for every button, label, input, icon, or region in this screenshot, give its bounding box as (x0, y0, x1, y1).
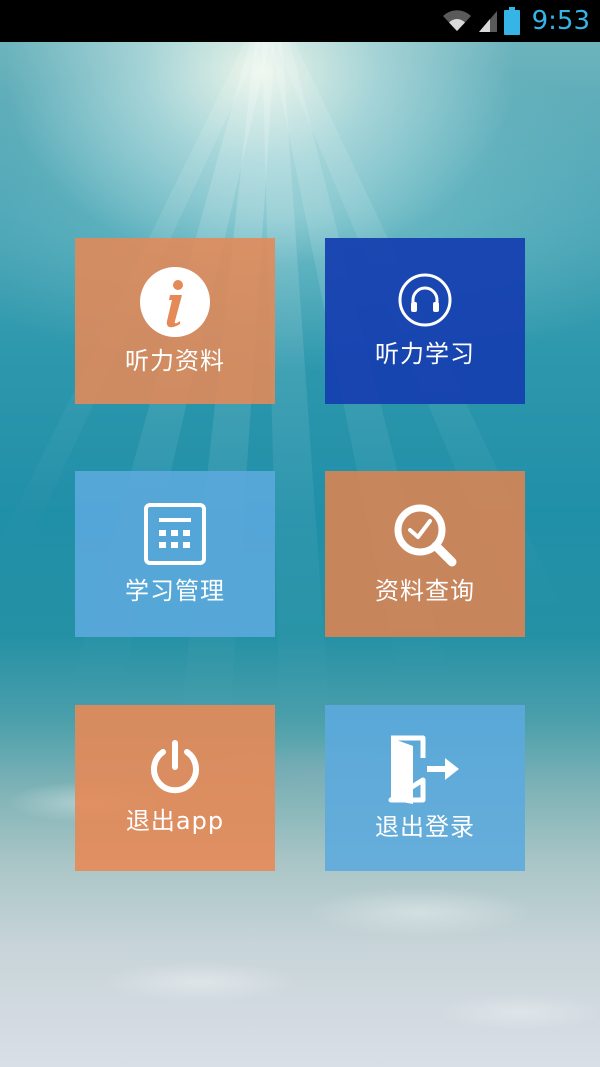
tile-exit-app[interactable]: 退出app (75, 705, 275, 871)
wifi-icon (442, 10, 471, 32)
cellular-signal-icon (478, 11, 497, 32)
tile-label: 学习管理 (125, 577, 225, 605)
info-icon (140, 267, 210, 337)
status-bar: 9:53 (0, 0, 600, 42)
tile-materials-search[interactable]: 资料查询 (325, 471, 525, 637)
tile-logout[interactable]: 退出登录 (325, 705, 525, 871)
tile-label: 退出app (125, 807, 225, 835)
tile-label: 听力资料 (125, 347, 225, 375)
search-check-icon (394, 504, 457, 567)
clock: 9:53 (531, 6, 590, 36)
tile-study-management[interactable]: 学习管理 (75, 471, 275, 637)
tile-label: 资料查询 (375, 577, 475, 605)
headphones-icon (398, 273, 452, 327)
exit-door-icon (388, 735, 459, 804)
calendar-grid-icon (144, 503, 206, 565)
tile-label: 退出登录 (375, 813, 475, 841)
battery-icon (503, 7, 520, 35)
status-icons: 9:53 (442, 0, 590, 42)
tile-listening-study[interactable]: 听力学习 (325, 238, 525, 404)
power-icon (151, 740, 199, 794)
tile-listening-materials[interactable]: 听力资料 (75, 238, 275, 404)
tile-label: 听力学习 (375, 340, 475, 368)
